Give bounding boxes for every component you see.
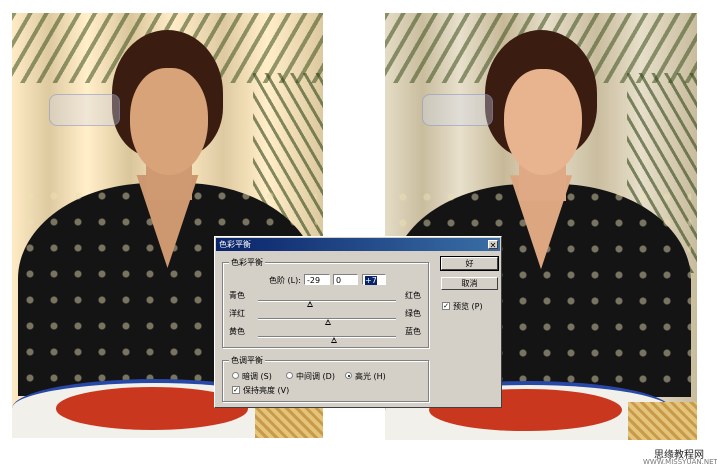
dialog-title: 色彩平衡	[219, 240, 251, 249]
color-balance-group: 色彩平衡 色阶 (L): -29 0 +7 青色 红色 洋红 绿色 黄色 蓝色	[222, 257, 429, 348]
slider-green-label: 绿色	[405, 309, 421, 318]
preview-checkbox[interactable]: ✓	[442, 302, 450, 310]
preview-label[interactable]: 预览 (P)	[453, 301, 483, 312]
shadows-radio[interactable]	[232, 372, 239, 379]
magenta-green-slider-thumb[interactable]	[325, 319, 331, 325]
dialog-titlebar[interactable]: 色彩平衡 ✕	[216, 238, 500, 251]
yellow-blue-slider-track[interactable]	[258, 336, 396, 338]
slider-yellow-label: 黄色	[229, 327, 245, 336]
cyan-red-slider-thumb[interactable]	[307, 301, 313, 307]
close-icon: ✕	[489, 241, 497, 250]
color-balance-group-title: 色彩平衡	[229, 257, 265, 268]
levels-label: 色阶 (L):	[269, 276, 301, 285]
midtones-label[interactable]: 中间调 (D)	[296, 371, 335, 382]
midtones-radio[interactable]	[286, 372, 293, 379]
color-balance-dialog: 色彩平衡 ✕ 色彩平衡 色阶 (L): -29 0 +7 青色 红色 洋红 绿色…	[214, 236, 502, 408]
site-url: WWW.MISSYUAN.NET	[643, 458, 717, 466]
level-input-cyan-red[interactable]: -29	[304, 274, 330, 285]
cyan-red-slider-track[interactable]	[258, 300, 396, 302]
tone-balance-group-title: 色调平衡	[229, 355, 265, 366]
highlights-label[interactable]: 高光 (H)	[355, 371, 386, 382]
preserve-luminosity-label[interactable]: 保持亮度 (V)	[243, 385, 289, 396]
photo-watermark-logo	[422, 94, 494, 126]
close-button[interactable]: ✕	[488, 240, 498, 250]
tone-balance-group: 色调平衡 暗调 (S) 中间调 (D) 高光 (H) ✓ 保持亮度 (V)	[222, 355, 429, 402]
slider-red-label: 红色	[405, 291, 421, 300]
yellow-blue-slider-thumb[interactable]	[331, 337, 337, 343]
preserve-luminosity-checkbox[interactable]: ✓	[232, 386, 240, 394]
ok-button[interactable]: 好	[440, 256, 499, 271]
photo-watermark-logo	[49, 93, 120, 126]
cancel-button[interactable]: 取消	[441, 277, 498, 290]
shadows-label[interactable]: 暗调 (S)	[242, 371, 272, 382]
slider-blue-label: 蓝色	[405, 327, 421, 336]
slider-cyan-label: 青色	[229, 291, 245, 300]
level-input-yellow-blue[interactable]: +7	[362, 274, 386, 285]
slider-magenta-label: 洋红	[229, 309, 245, 318]
level-input-magenta-green[interactable]: 0	[333, 274, 358, 285]
highlights-radio[interactable]	[345, 372, 352, 379]
